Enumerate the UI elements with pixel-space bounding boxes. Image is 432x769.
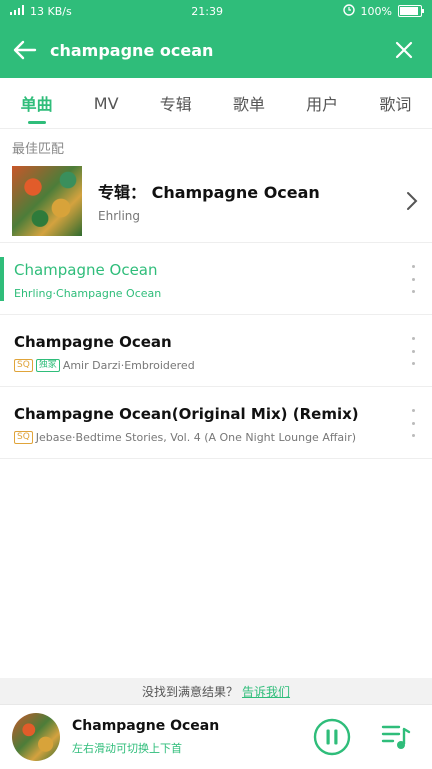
playlist-button[interactable]	[378, 719, 414, 755]
exclusive-badge: 独家	[35, 359, 60, 372]
close-icon[interactable]	[376, 22, 432, 78]
feedback-link[interactable]: 告诉我们	[242, 683, 290, 700]
tab-users[interactable]: 用户	[300, 78, 344, 128]
now-playing-title: Champagne Ocean	[72, 718, 220, 734]
tab-mv[interactable]: MV	[88, 78, 125, 128]
battery-percent: 100%	[360, 4, 392, 18]
playlist-icon	[381, 725, 411, 749]
sq-badge: SQ	[14, 431, 33, 444]
best-match-label: 最佳匹配	[12, 142, 65, 157]
tab-lyrics[interactable]: 歌词	[373, 78, 417, 128]
mini-player[interactable]: Champagne Ocean 左右滑动可切换上下首	[0, 704, 432, 769]
song-meta: Ehrling·Champagne Ocean	[14, 287, 162, 300]
chevron-right-icon	[392, 191, 432, 211]
song-meta: Jebase·Bedtime Stories, Vol. 4 (A One Ni…	[35, 431, 357, 444]
now-playing-cover[interactable]	[12, 713, 60, 761]
best-match-artist: Ehrling	[98, 209, 141, 223]
album-cover	[12, 166, 82, 236]
best-match-title: 专辑： Champagne Ocean	[98, 183, 320, 202]
back-arrow-icon[interactable]	[0, 22, 50, 78]
battery-icon	[397, 5, 424, 17]
pause-button[interactable]	[312, 717, 352, 757]
clock: 21:39	[191, 4, 223, 18]
status-bar: 13 KB/s 21:39 100%	[0, 0, 432, 22]
song-title: Champagne Ocean	[14, 261, 158, 279]
alarm-icon	[342, 3, 355, 19]
song-row[interactable]: Champagne Ocean SQ 独家 Amir Darzi·Embroid…	[0, 315, 432, 387]
best-match-album[interactable]: 专辑： Champagne Ocean Ehrling	[0, 160, 432, 243]
sq-badge: SQ	[14, 359, 33, 372]
signal-icon	[10, 4, 24, 18]
pause-icon	[313, 718, 351, 756]
song-meta: Amir Darzi·Embroidered	[62, 359, 195, 372]
feedback-text: 没找到满意结果？	[141, 684, 238, 699]
tab-playlists[interactable]: 歌单	[227, 78, 271, 128]
more-options-icon[interactable]	[408, 409, 418, 437]
song-row[interactable]: Champagne Ocean(Original Mix) (Remix) SQ…	[0, 387, 432, 459]
search-header: champagne ocean	[0, 22, 432, 78]
song-title: Champagne Ocean(Original Mix) (Remix)	[14, 405, 359, 423]
now-playing-indicator	[0, 257, 4, 301]
swipe-hint: 左右滑动可切换上下首	[72, 742, 182, 755]
search-input[interactable]: champagne ocean	[50, 41, 376, 60]
more-options-icon[interactable]	[408, 265, 418, 293]
category-tabs: 单曲 MV 专辑 歌单 用户 歌词	[0, 78, 432, 129]
feedback-bar: 没找到满意结果？ 告诉我们	[0, 678, 432, 704]
song-title: Champagne Ocean	[14, 333, 172, 351]
tab-albums[interactable]: 专辑	[154, 78, 198, 128]
song-row[interactable]: Champagne Ocean Ehrling·Champagne Ocean	[0, 243, 432, 315]
network-speed: 13 KB/s	[30, 4, 72, 18]
more-options-icon[interactable]	[408, 337, 418, 365]
tab-songs[interactable]: 单曲	[15, 78, 59, 128]
